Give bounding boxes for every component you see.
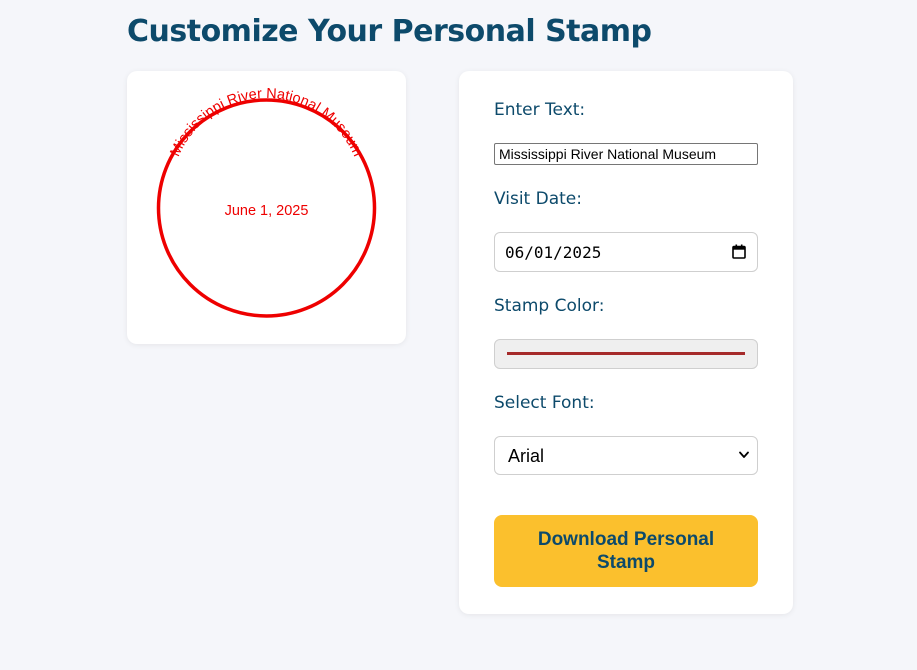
font-select[interactable]: Arial [494, 436, 758, 475]
color-field-label: Stamp Color: [494, 296, 605, 316]
date-value: 06/01/2025 [505, 243, 602, 262]
stamp-preview-card: Mississippi River National Museum June 1… [127, 71, 406, 344]
stamp-arc-text: Mississippi River National Museum [167, 86, 365, 159]
download-stamp-button[interactable]: Download Personal Stamp [494, 515, 758, 587]
stamp-text-input[interactable]: Mississippi River National Museum [494, 143, 758, 165]
text-field-label: Enter Text: [494, 100, 586, 120]
stamp-preview: Mississippi River National Museum June 1… [156, 86, 377, 318]
page: Customize Your Personal Stamp Mississipp… [0, 0, 917, 670]
date-field-label: Visit Date: [494, 189, 582, 209]
chevron-down-icon [739, 451, 749, 458]
color-swatch [507, 352, 745, 355]
font-field-label: Select Font: [494, 393, 595, 413]
stamp-date-text: June 1, 2025 [225, 203, 309, 219]
stamp-color-picker[interactable] [494, 339, 758, 369]
calendar-icon[interactable] [732, 244, 746, 259]
font-select-value: Arial [508, 446, 545, 466]
stamp-form-card: Enter Text: Mississippi River National M… [459, 71, 793, 614]
visit-date-input[interactable]: 06/01/2025 [494, 232, 758, 272]
page-title: Customize Your Personal Stamp [127, 14, 652, 49]
